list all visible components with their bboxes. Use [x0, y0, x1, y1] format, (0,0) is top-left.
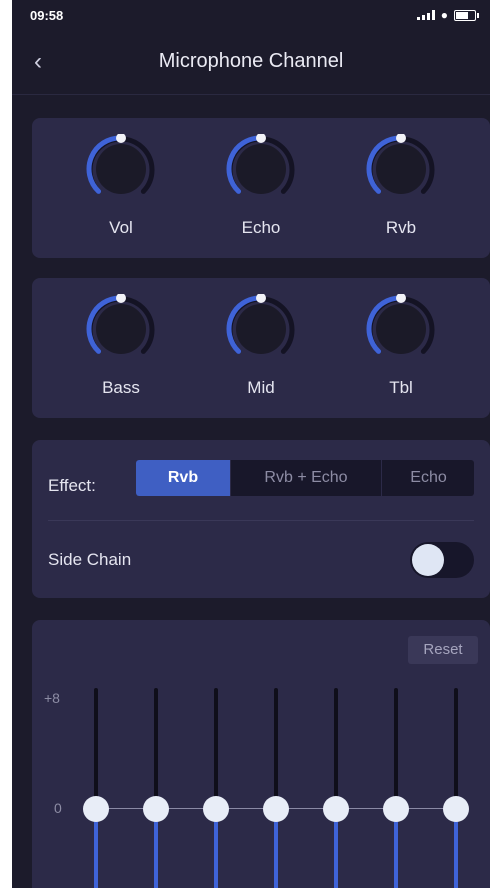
- knob-card-2: Bass Mid Tbl: [32, 278, 490, 418]
- knob-dial-icon: [366, 134, 435, 194]
- eq-band-6-thumb[interactable]: [383, 796, 409, 822]
- effect-option-rvb[interactable]: Rvb: [136, 460, 230, 496]
- knob-label: Rvb: [385, 218, 417, 237]
- knob-rvb[interactable]: Rvb: [356, 134, 446, 237]
- wifi-icon: ●: [440, 8, 448, 22]
- knob-label: Bass: [102, 378, 140, 397]
- battery-icon: [454, 9, 479, 21]
- status-time: 09:58: [30, 8, 64, 23]
- knob-dial-icon: [366, 294, 435, 354]
- status-bar: 09:58 ●: [12, 0, 490, 30]
- page-title: Microphone Channel: [158, 50, 344, 72]
- nav-bar: ‹ Microphone Channel: [12, 30, 490, 95]
- knob-label: Mid: [247, 378, 275, 397]
- effect-option-rvb-echo[interactable]: Rvb + Echo: [230, 460, 381, 496]
- side-chain-label: Side Chain: [48, 550, 132, 569]
- effect-label: Effect:: [48, 476, 96, 495]
- knob-vol[interactable]: Vol: [76, 134, 166, 237]
- knob-dial-icon: [86, 134, 155, 194]
- divider: [48, 520, 474, 521]
- effect-segmented-control: Rvb Rvb + Echo Echo: [136, 460, 474, 496]
- eq-card: Reset +8 0: [32, 620, 490, 888]
- knob-echo[interactable]: Echo: [216, 134, 306, 237]
- knob-label: Vol: [109, 218, 133, 237]
- eq-band-7-thumb[interactable]: [443, 796, 469, 822]
- knob-tbl[interactable]: Tbl: [356, 294, 446, 397]
- knob-label: Echo: [241, 218, 281, 237]
- effect-card: Effect: Rvb Rvb + Echo Echo Side Chain: [32, 440, 490, 598]
- eq-max-label: +8: [44, 690, 60, 706]
- knob-dial-icon: [86, 294, 155, 354]
- eq-band-5-thumb[interactable]: [323, 796, 349, 822]
- eq-band-1-thumb[interactable]: [83, 796, 109, 822]
- app-screen: 09:58 ● ‹ Microphone Channel Vol Echo Rv…: [12, 0, 490, 888]
- effect-option-echo[interactable]: Echo: [381, 460, 474, 496]
- side-chain-toggle[interactable]: [410, 542, 474, 578]
- knob-dial-icon: [226, 134, 295, 194]
- knob-mid[interactable]: Mid: [216, 294, 306, 397]
- toggle-thumb: [412, 544, 444, 576]
- eq-band-4-thumb[interactable]: [263, 796, 289, 822]
- knob-card-1: Vol Echo Rvb: [32, 118, 490, 258]
- reset-button[interactable]: Reset: [408, 636, 478, 664]
- signal-icon: [416, 10, 435, 20]
- eq-zero-label: 0: [54, 800, 62, 816]
- knob-dial-icon: [226, 294, 295, 354]
- eq-band-3-thumb[interactable]: [203, 796, 229, 822]
- eq-band-2-thumb[interactable]: [143, 796, 169, 822]
- status-icons: ●: [416, 8, 479, 22]
- knob-label: Tbl: [389, 378, 413, 397]
- knob-bass[interactable]: Bass: [76, 294, 166, 397]
